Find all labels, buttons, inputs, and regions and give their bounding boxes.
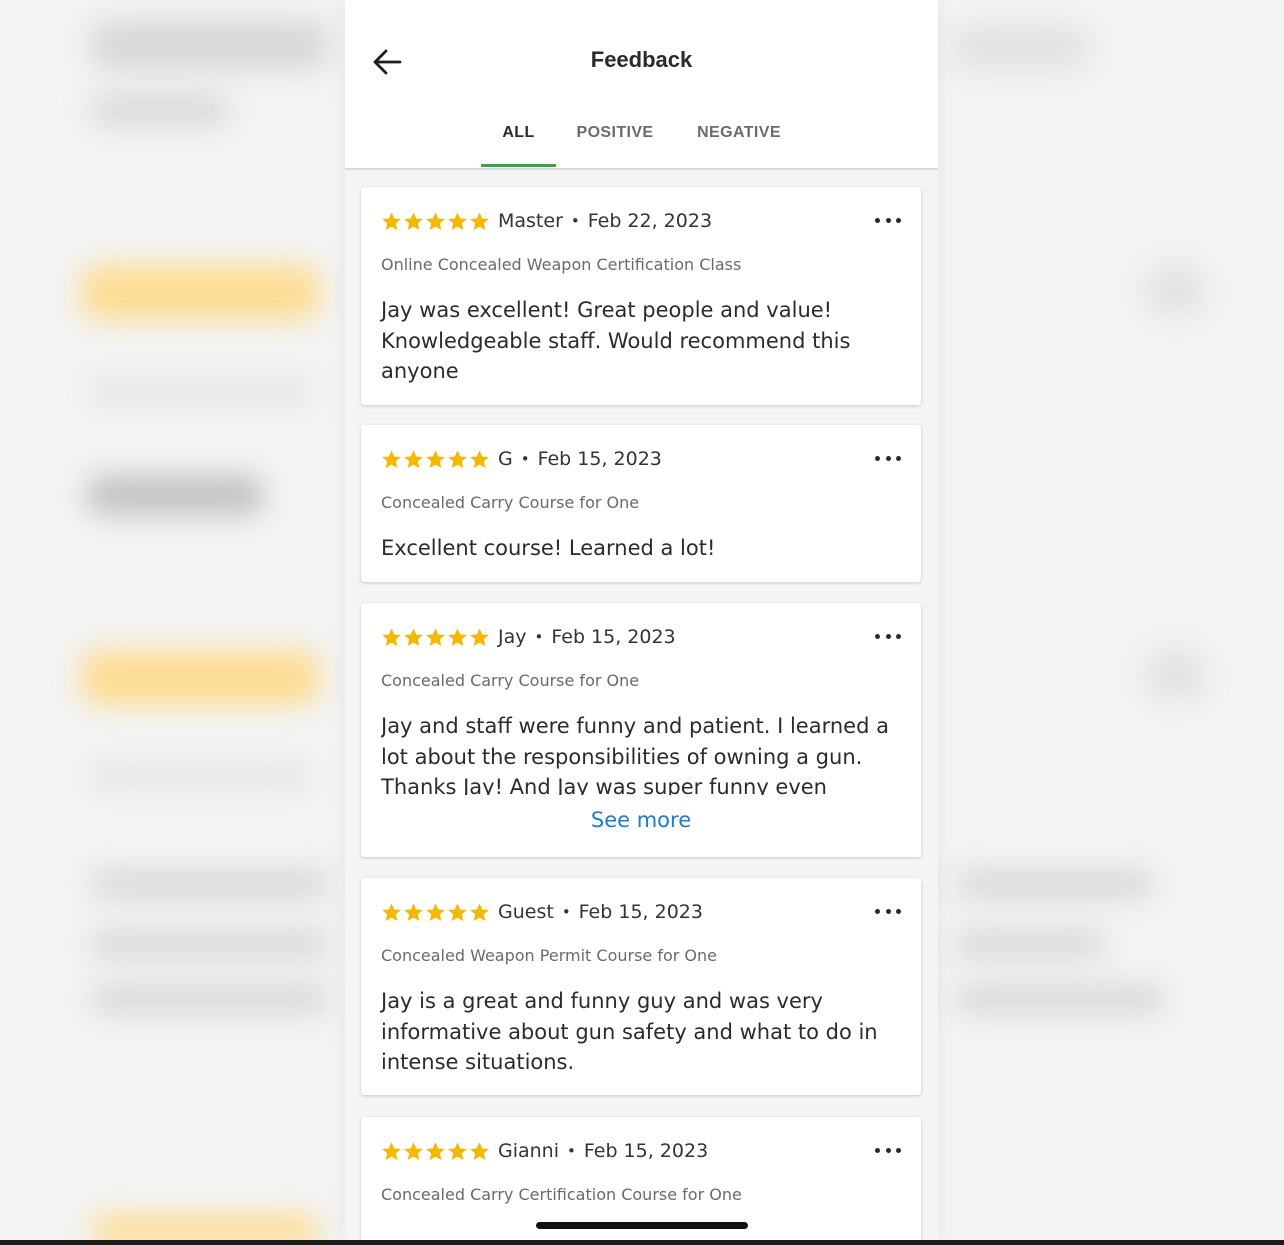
reviewer-name: G [498,448,513,470]
reviewer-name: Gianni [498,1140,560,1162]
star-icon [404,211,423,230]
review-date: Feb 15, 2023 [537,448,662,470]
page-title: Feedback [590,47,693,72]
review-text: Jay is a great and funny guy and was ver… [381,989,878,1074]
star-icon [448,627,467,646]
star-rating [381,627,490,648]
tab-positive[interactable]: POSITIVE [567,100,663,166]
reviewer-name: Master [498,210,563,232]
separator-dot: • [561,903,571,921]
star-icon [470,627,489,646]
star-icon [426,211,445,230]
star-rating [381,1141,490,1162]
see-more-link[interactable]: See more [361,808,921,832]
review-date: Feb 22, 2023 [587,210,713,232]
star-icon [404,449,423,468]
star-icon [448,902,467,921]
review-header: Guest • Feb 15, 2023 [381,898,703,926]
star-icon [470,449,489,468]
star-icon [404,627,423,646]
review-card: G • Feb 15, 2023 Concealed Carry Course … [361,425,921,582]
more-options-button[interactable] [875,625,901,647]
review-card: Master • Feb 22, 2023 Online Concealed W… [361,187,921,405]
star-rating [381,449,490,470]
review-date: Feb 15, 2023 [578,901,703,923]
review-header: Jay • Feb 15, 2023 [381,623,676,651]
bottom-edge-bar [0,1240,1284,1245]
separator-dot: • [534,628,544,646]
tab-negative[interactable]: NEGATIVE [685,100,793,166]
star-icon [382,449,401,468]
star-icon [448,1141,467,1160]
review-date: Feb 15, 2023 [583,1140,709,1162]
course-name: Concealed Carry Course for One [381,671,640,690]
star-icon [448,211,467,230]
star-icon [470,902,489,921]
star-icon [426,1141,445,1160]
tab-all[interactable]: ALL [481,100,556,166]
star-icon [382,902,401,921]
separator-dot: • [570,212,580,230]
star-icon [382,1141,401,1160]
course-name: Online Concealed Weapon Certification Cl… [381,255,742,274]
review-text: Jay was excellent! Great people and valu… [381,298,851,383]
star-icon [382,627,401,646]
review-text: Excellent course! Learned a lot! [381,536,716,560]
more-options-button[interactable] [875,209,901,231]
review-card: Jay • Feb 15, 2023 Concealed Carry Cours… [361,603,921,857]
star-rating [381,211,490,232]
star-icon [426,449,445,468]
review-date: Feb 15, 2023 [551,626,676,648]
active-tab-indicator [481,164,556,167]
separator-dot: • [567,1142,576,1160]
reviewer-name: Jay [498,626,527,648]
star-rating [381,902,490,923]
star-icon [448,449,467,468]
star-icon [426,627,445,646]
star-icon [426,902,445,921]
more-options-button[interactable] [875,900,901,922]
star-icon [382,211,401,230]
review-card: Guest • Feb 15, 2023 Concealed Weapon Pe… [361,878,921,1095]
course-name: Concealed Carry Course for One [381,493,640,512]
review-header: Gianni • Feb 15, 2023 [381,1137,708,1165]
review-header: G • Feb 15, 2023 [381,445,662,473]
more-options-button[interactable] [875,447,901,469]
feedback-sheet: Feedback ALL POSITIVE NEGATIVE Master • … [345,0,938,1240]
home-indicator[interactable] [536,1222,748,1229]
star-icon [470,1141,489,1160]
reviewer-name: Guest [498,901,554,923]
app-header: Feedback ALL POSITIVE NEGATIVE [345,0,938,170]
course-name: Concealed Weapon Permit Course for One [381,946,717,965]
star-icon [470,211,489,230]
more-options-button[interactable] [875,1139,901,1161]
star-icon [404,902,423,921]
review-header: Master • Feb 22, 2023 [381,207,712,235]
feedback-tabs: ALL POSITIVE NEGATIVE [345,100,938,168]
review-text: Jay and staff were funny and patient. I … [381,714,889,795]
course-name: Concealed Carry Certification Course for… [381,1185,742,1204]
star-icon [404,1141,423,1160]
separator-dot: • [520,450,530,468]
